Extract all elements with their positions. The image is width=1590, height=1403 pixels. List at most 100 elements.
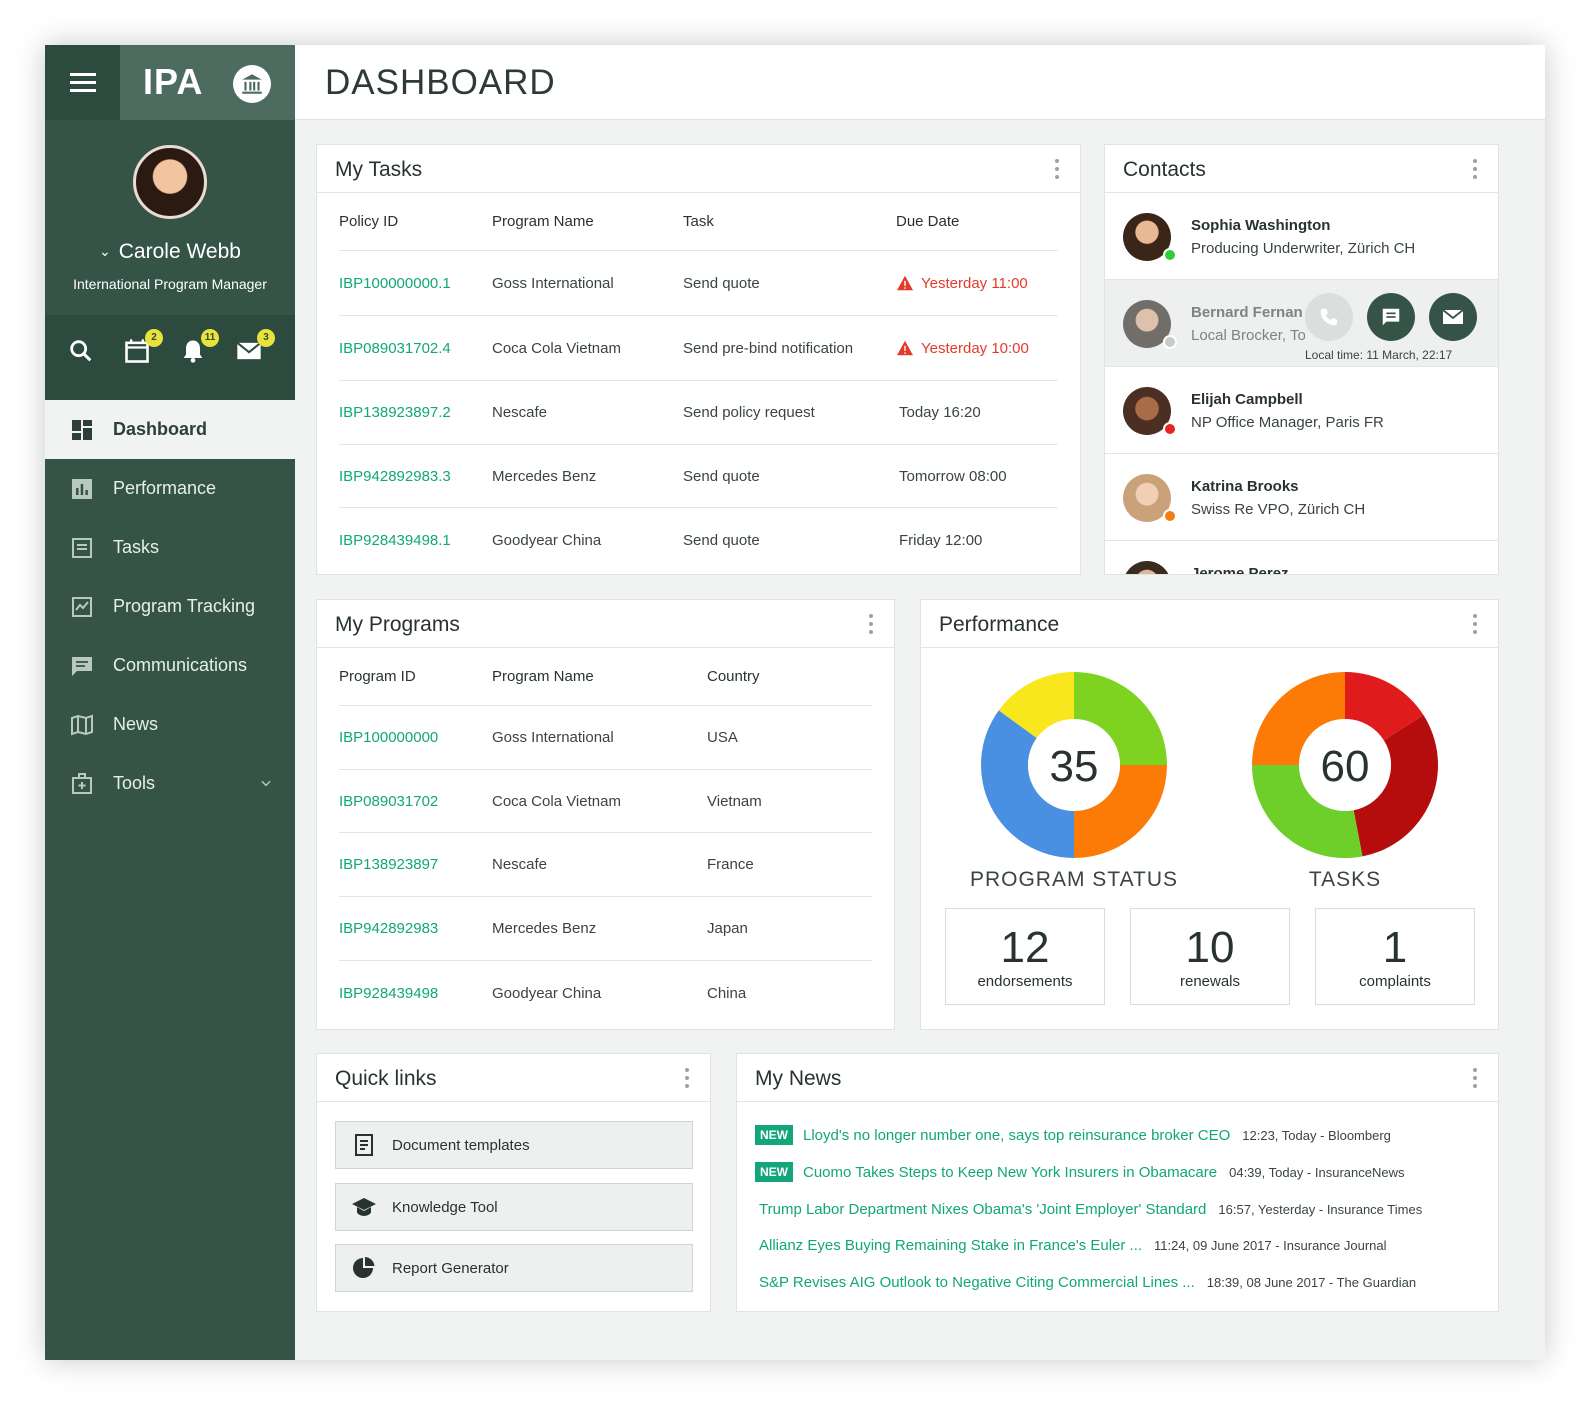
more-options-icon[interactable] xyxy=(1472,1068,1478,1088)
contact-item[interactable]: Sophia Washington Producing Underwriter,… xyxy=(1105,193,1498,280)
news-item[interactable]: NEW Cuomo Takes Steps to Keep New York I… xyxy=(755,1157,1480,1187)
more-options-icon[interactable] xyxy=(868,614,874,634)
presence-status-dot xyxy=(1163,422,1177,436)
message-button[interactable] xyxy=(1367,293,1415,341)
policy-id-link[interactable]: IBP138923897.2 xyxy=(339,404,492,421)
nav-item-program-tracking[interactable]: Program Tracking xyxy=(45,577,295,636)
news-title-link[interactable]: Trump Labor Department Nixes Obama's 'Jo… xyxy=(759,1201,1206,1218)
quick-link-label: Document templates xyxy=(392,1136,530,1154)
knowledge-tool-button[interactable]: Knowledge Tool xyxy=(335,1183,693,1231)
document-templates-button[interactable]: Document templates xyxy=(335,1121,693,1169)
bank-icon xyxy=(233,65,271,103)
more-options-icon[interactable] xyxy=(1472,614,1478,634)
programs-table: Program ID Program Name Country IBP10000… xyxy=(339,648,872,1025)
nav-item-performance[interactable]: Performance xyxy=(45,459,295,518)
user-avatar[interactable] xyxy=(133,145,207,219)
column-header[interactable]: Program Name xyxy=(492,668,707,685)
performance-card: Performance 35 PROGRAM STATUS 60 TASKS 1… xyxy=(920,599,1499,1030)
table-row[interactable]: IBP138923897.2 Nescafe Send policy reque… xyxy=(339,381,1058,445)
search-button[interactable] xyxy=(67,337,97,367)
tasks-chart[interactable]: 60 xyxy=(1250,670,1440,860)
column-header[interactable]: Due Date xyxy=(896,213,1056,230)
news-item[interactable]: Allianz Eyes Buying Remaining Stake in F… xyxy=(759,1230,1480,1260)
table-row[interactable]: IBP928439498.1 Goodyear China Send quote… xyxy=(339,508,1058,572)
table-header: Program ID Program Name Country xyxy=(339,648,872,706)
program-status-chart[interactable]: 35 xyxy=(979,670,1169,860)
notifications-button[interactable]: 11 xyxy=(179,329,219,367)
news-item[interactable]: NEW Lloyd's no longer number one, says t… xyxy=(755,1120,1480,1150)
country: Vietnam xyxy=(707,792,762,810)
nav-item-tools[interactable]: Tools xyxy=(45,754,295,813)
card-header: My Tasks xyxy=(317,145,1080,193)
more-options-icon[interactable] xyxy=(1472,159,1478,179)
news-title-link[interactable]: Allianz Eyes Buying Remaining Stake in F… xyxy=(759,1237,1142,1254)
task-name: Send pre-bind notification xyxy=(683,339,854,357)
table-row[interactable]: IBP100000000 Goss International USA xyxy=(339,706,872,770)
program-id-link[interactable]: IBP138923897 xyxy=(339,856,492,873)
policy-id-link[interactable]: IBP928439498.1 xyxy=(339,532,492,549)
stat-box-renewals[interactable]: 10 renewals xyxy=(1130,908,1290,1005)
news-item[interactable]: Trump Labor Department Nixes Obama's 'Jo… xyxy=(759,1194,1480,1224)
program-id-link[interactable]: IBP100000000 xyxy=(339,729,492,746)
due-date-text: Yesterday 11:00 xyxy=(921,274,1028,292)
contact-item[interactable]: Jerome Perez xyxy=(1105,541,1498,575)
contact-role: Local Brocker, To xyxy=(1191,327,1305,344)
stat-box-complaints[interactable]: 1 complaints xyxy=(1315,908,1475,1005)
task-name: Send quote xyxy=(683,274,760,292)
table-row[interactable]: IBP942892983.3 Mercedes Benz Send quote … xyxy=(339,445,1058,508)
country: China xyxy=(707,984,747,1002)
table-row[interactable]: IBP100000000.1 Goss International Send q… xyxy=(339,251,1058,316)
hamburger-menu-button[interactable] xyxy=(45,45,120,120)
news-item[interactable]: S&P Revises AIG Outlook to Negative Citi… xyxy=(759,1267,1480,1297)
more-options-icon[interactable] xyxy=(684,1068,690,1088)
column-header[interactable]: Country xyxy=(707,668,867,685)
column-header[interactable]: Policy ID xyxy=(339,213,492,230)
nav-item-news[interactable]: News xyxy=(45,695,295,754)
email-button[interactable] xyxy=(1429,293,1477,341)
call-button[interactable] xyxy=(1305,293,1353,341)
country: USA xyxy=(707,729,738,746)
table-row[interactable]: IBP942892983 Mercedes Benz Japan xyxy=(339,897,872,961)
warning-icon xyxy=(897,340,913,356)
table-row[interactable]: IBP089031702.4 Coca Cola Vietnam Send pr… xyxy=(339,316,1058,381)
program-id-link[interactable]: IBP089031702 xyxy=(339,793,492,810)
policy-id-link[interactable]: IBP100000000.1 xyxy=(339,275,492,292)
table-row[interactable]: IBP138923897 Nescafe France xyxy=(339,833,872,897)
table-header: Policy ID Program Name Task Due Date xyxy=(339,193,1058,251)
column-header[interactable]: Program Name xyxy=(492,213,683,230)
nav-item-communications[interactable]: Communications xyxy=(45,636,295,695)
nav-item-dashboard[interactable]: Dashboard xyxy=(45,400,295,459)
table-row[interactable]: IBP928439498 Goodyear China China xyxy=(339,961,872,1025)
report-generator-button[interactable]: Report Generator xyxy=(335,1244,693,1292)
news-title-link[interactable]: Cuomo Takes Steps to Keep New York Insur… xyxy=(803,1164,1217,1181)
program-id-link[interactable]: IBP942892983 xyxy=(339,920,492,937)
news-title-link[interactable]: Lloyd's no longer number one, says top r… xyxy=(803,1127,1230,1144)
chart-title: PROGRAM STATUS xyxy=(969,868,1179,891)
card-title: My Tasks xyxy=(335,158,423,181)
policy-id-link[interactable]: IBP089031702.4 xyxy=(339,340,492,357)
task-name: Send policy request xyxy=(683,404,815,421)
contact-item[interactable]: Bernard Fernan Local Brocker, To Local t… xyxy=(1105,280,1498,367)
column-header[interactable]: Task xyxy=(683,213,896,230)
nav-item-tasks[interactable]: Tasks xyxy=(45,518,295,577)
stat-box-endorsements[interactable]: 12 endorsements xyxy=(945,908,1105,1005)
quick-link-label: Report Generator xyxy=(392,1259,509,1277)
mail-button[interactable]: 3 xyxy=(235,329,275,367)
more-options-icon[interactable] xyxy=(1054,159,1060,179)
table-row[interactable]: IBP089031702 Coca Cola Vietnam Vietnam xyxy=(339,770,872,833)
policy-id-link[interactable]: IBP942892983.3 xyxy=(339,468,492,485)
user-name[interactable]: ⌄ Carole Webb xyxy=(45,240,295,264)
due-date-overdue: Yesterday 10:00 xyxy=(896,340,1056,357)
contact-item[interactable]: Katrina Brooks Swiss Re VPO, Zürich CH xyxy=(1105,454,1498,541)
program-name: Goss International xyxy=(492,729,614,746)
calendar-button[interactable]: 2 xyxy=(123,329,163,367)
column-header[interactable]: Program ID xyxy=(339,668,492,685)
news-title-link[interactable]: S&P Revises AIG Outlook to Negative Citi… xyxy=(759,1274,1195,1291)
program-id-link[interactable]: IBP928439498 xyxy=(339,985,492,1002)
brand-logo-text: IPA xyxy=(143,61,204,102)
nav-item-label: Communications xyxy=(113,655,248,675)
card-header: Performance xyxy=(921,600,1498,648)
contact-name: Jerome Perez xyxy=(1191,565,1289,575)
contact-item[interactable]: Elijah Campbell NP Office Manager, Paris… xyxy=(1105,367,1498,454)
mail-icon xyxy=(1442,309,1464,324)
